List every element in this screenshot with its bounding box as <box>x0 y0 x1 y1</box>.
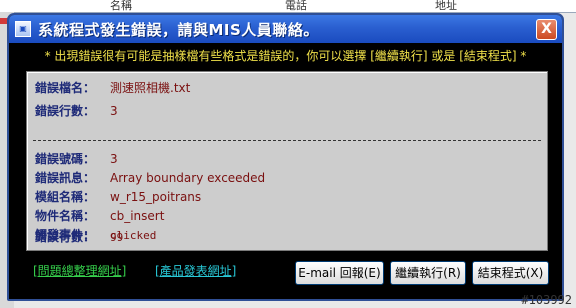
file-line-row: 錯誤行數： 3 <box>35 102 118 119</box>
field-label: 錯誤訊息： <box>35 171 96 185</box>
field-value: 99 <box>110 231 124 244</box>
module-name-row: 模組名稱： w_r15_poitrans <box>35 188 201 205</box>
release-link[interactable]: [產品發表網址] <box>155 262 236 279</box>
app-icon: ▣ <box>15 21 31 37</box>
object-name-row: 物件名稱： cb_insert <box>35 207 164 224</box>
field-value: 3 <box>110 152 118 166</box>
field-label: 錯誤檔名： <box>35 81 96 95</box>
field-value: Array boundary exceeded <box>110 171 266 185</box>
field-label: 物件名稱： <box>35 209 96 223</box>
field-label: 模組名稱： <box>35 190 96 204</box>
watermark: #103992 <box>521 293 572 307</box>
notice-text: * 出現錯誤很有可能是抽樣檔有些格式是錯誤的，你可以選擇 [繼續執行] 或是 [… <box>44 49 527 63</box>
help-link[interactable]: [問題總整理網址] <box>33 262 126 279</box>
field-label: 錯誤行數： <box>35 104 96 118</box>
dialog-title: 系統程式發生錯誤，請與MIS人員聯絡。 <box>38 21 319 39</box>
field-value: 3 <box>110 104 118 118</box>
bg-header-address: 地址 <box>435 0 457 12</box>
field-value: cb_insert <box>110 209 165 223</box>
error-details-panel: 錯誤檔名： 測速照相機.txt 錯誤行數： 3 錯誤號碼： 3 錯誤訊息： Array … <box>26 71 548 251</box>
field-label: 錯誤號碼： <box>35 152 96 166</box>
field-value: w_r15_poitrans <box>110 190 202 204</box>
continue-button[interactable]: 繼續執行(R) <box>390 261 466 285</box>
file-name-row: 錯誤檔名： 測速照相機.txt <box>35 79 190 96</box>
dashed-separator <box>33 140 541 141</box>
error-message-row: 錯誤訊息： Array boundary exceeded <box>35 169 265 186</box>
error-dialog: ▣ 系統程式發生錯誤，請與MIS人員聯絡。 X * 出現錯誤很有可能是抽樣檔有些… <box>7 13 564 301</box>
exit-button[interactable]: 結束程式(X) <box>472 261 549 285</box>
background-header-strip: 名稱 電話 地址 <box>0 0 576 13</box>
field-value: 測速照相機.txt <box>110 81 191 95</box>
error-line-row: 錯誤行數： 99 <box>35 228 123 245</box>
email-report-button[interactable]: E-mail 回報(E) <box>295 261 384 285</box>
close-button[interactable]: X <box>536 19 557 40</box>
bg-header-phone: 電話 <box>285 0 307 12</box>
error-number-row: 錯誤號碼： 3 <box>35 150 118 167</box>
title-bar[interactable]: ▣ 系統程式發生錯誤，請與MIS人員聯絡。 X <box>9 15 562 43</box>
field-label: 錯誤行數： <box>35 230 96 244</box>
bg-header-name: 名稱 <box>110 0 132 12</box>
